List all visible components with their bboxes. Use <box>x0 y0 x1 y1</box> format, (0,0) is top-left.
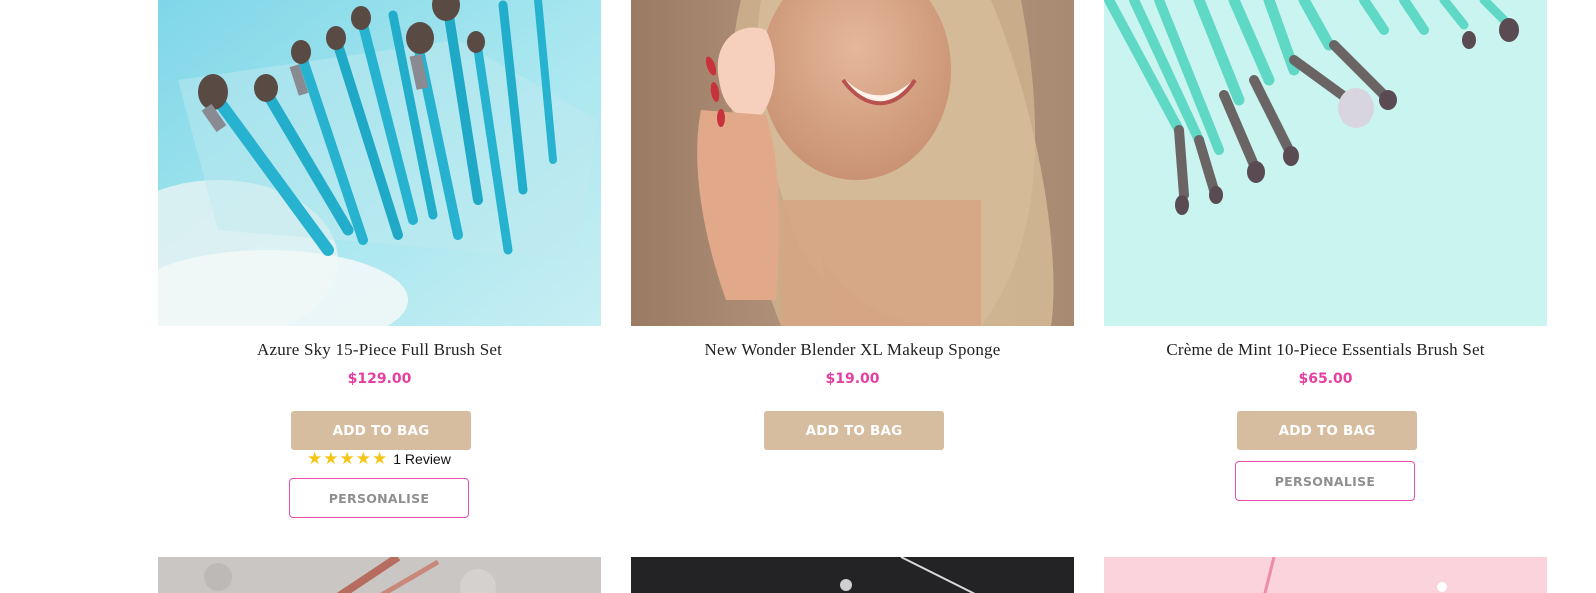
brush-set-mint-image <box>1104 0 1547 326</box>
product-image[interactable] <box>158 557 601 593</box>
product-image[interactable] <box>1104 557 1547 593</box>
product-image[interactable] <box>158 0 601 326</box>
product-image[interactable] <box>1104 0 1547 326</box>
star-icon: ★ <box>323 449 339 469</box>
product-title[interactable]: Azure Sky 15-Piece Full Brush Set <box>158 340 601 360</box>
product-card: Azure Sky 15-Piece Full Brush Set $129.0… <box>158 0 601 520</box>
product-title[interactable]: Crème de Mint 10-Piece Essentials Brush … <box>1104 340 1547 360</box>
brush-set-azure-image <box>158 0 601 326</box>
star-icon: ★ <box>355 449 371 469</box>
pink-background-image <box>1104 557 1547 593</box>
product-title[interactable]: New Wonder Blender XL Makeup Sponge <box>631 340 1074 360</box>
star-icon: ★ <box>307 449 323 469</box>
personalise-button[interactable]: PERSONALISE <box>1235 461 1415 501</box>
star-icon: ★ <box>372 449 388 469</box>
add-to-bag-button[interactable]: ADD TO BAG <box>1237 411 1417 450</box>
product-image[interactable] <box>631 0 1074 326</box>
product-rating[interactable]: ★ ★ ★ ★ ★ 1 Review <box>307 450 451 468</box>
personalise-button[interactable]: PERSONALISE <box>289 478 469 518</box>
product-price: $65.00 <box>1298 371 1353 387</box>
rating-stars: ★ ★ ★ ★ ★ <box>307 450 387 468</box>
add-to-bag-button[interactable]: ADD TO BAG <box>291 411 471 450</box>
add-to-bag-button[interactable]: ADD TO BAG <box>764 411 944 450</box>
grey-stone-brush-image <box>158 557 601 593</box>
star-icon: ★ <box>339 449 355 469</box>
product-card: New Wonder Blender XL Makeup Sponge $19.… <box>631 0 1074 520</box>
product-price: $19.00 <box>825 371 880 387</box>
review-count[interactable]: 1 Review <box>393 451 451 467</box>
product-card: Crème de Mint 10-Piece Essentials Brush … <box>1104 0 1547 520</box>
dark-background-image <box>631 557 1074 593</box>
product-image[interactable] <box>631 557 1074 593</box>
model-with-sponge-image <box>631 0 1074 326</box>
product-price: $129.00 <box>347 371 412 387</box>
